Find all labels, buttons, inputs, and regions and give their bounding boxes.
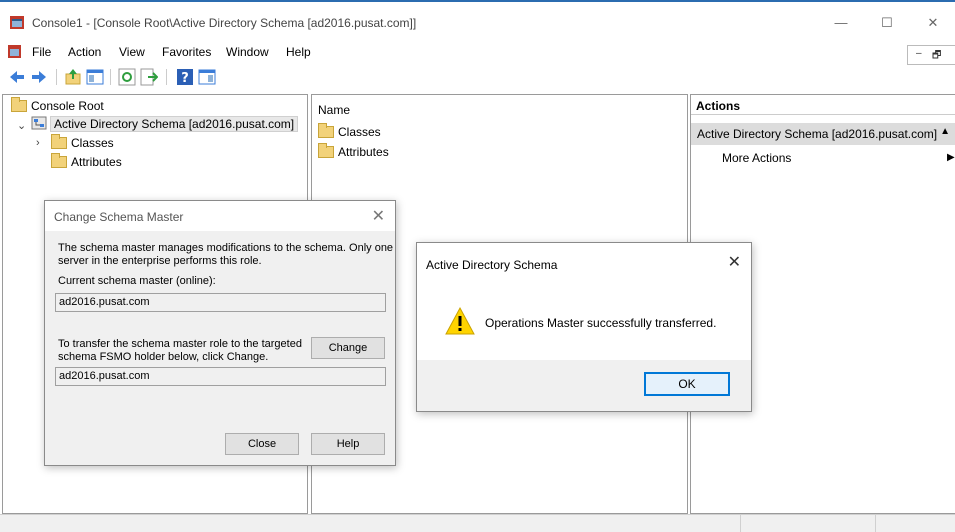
toolbar: ? [0,66,955,88]
mmc-app-icon [10,16,24,29]
export-icon[interactable] [140,68,158,86]
change-schema-master-dialog: Change Schema Master ✕ The schema master… [44,200,396,466]
dialog-title-bar: Change Schema Master ✕ [45,201,395,231]
menu-action[interactable]: Action [68,45,101,59]
menu-view[interactable]: View [119,45,145,59]
tree-node-attributes[interactable]: Attributes [51,153,122,169]
toolbar-separator [166,69,167,85]
menu-help[interactable]: Help [286,45,311,59]
message-text: Operations Master successfully transferr… [485,316,717,330]
chevron-right-icon[interactable]: › [36,137,40,149]
tree-node-console-root[interactable]: Console Root [11,97,104,113]
folder-icon [318,123,334,138]
list-item[interactable]: Classes [318,123,381,139]
collapse-up-icon[interactable]: ▲ [940,126,950,137]
status-divider [740,515,741,532]
active-directory-schema-message-box: Active Directory Schema ✕ Operations Mas… [416,242,752,412]
dialog-title-bar: Active Directory Schema ✕ [417,243,751,273]
mdi-minimize-button[interactable]: – [916,48,922,59]
folder-icon [318,143,334,158]
schema-icon [31,116,47,130]
maximize-button[interactable]: ☐ [864,12,910,34]
more-actions-item[interactable]: More Actions [722,151,791,165]
forward-icon[interactable] [30,68,48,86]
tree-node-schema[interactable]: Active Directory Schema [ad2016.pusat.co… [31,116,299,132]
tree-node-classes[interactable]: Classes [51,134,114,150]
current-master-field[interactable]: ad2016.pusat.com [55,293,386,312]
close-icon[interactable]: ✕ [372,206,385,226]
window-title-bar: Console1 - [Console Root\Active Director… [0,0,955,40]
help-icon[interactable]: ? [176,68,194,86]
help-button[interactable]: Help [311,433,385,455]
document-icon[interactable] [8,45,21,58]
ok-button[interactable]: OK [644,372,730,396]
description-text: The schema master manages modifications … [58,242,394,267]
toolbar-separator [110,69,111,85]
list-item[interactable]: Attributes [318,143,389,159]
current-master-label: Current schema master (online): [58,275,216,287]
close-icon[interactable]: ✕ [728,252,741,272]
toolbar-separator [56,69,57,85]
svg-text:?: ? [181,71,189,86]
show-hide-tree-icon[interactable] [86,68,104,86]
transfer-instructions: To transfer the schema master role to th… [58,338,302,363]
show-hide-action-pane-icon[interactable] [198,68,216,86]
dialog-button-area: OK [417,360,751,411]
minimize-button[interactable]: — [818,12,864,34]
close-button[interactable]: Close [225,433,299,455]
folder-icon [51,153,67,168]
menu-favorites[interactable]: Favorites [162,45,211,59]
refresh-icon[interactable] [118,68,136,86]
change-button[interactable]: Change [311,337,385,359]
menu-bar: File Action View Favorites Window Help [0,43,955,63]
menu-file[interactable]: File [32,45,51,59]
folder-icon [11,97,27,112]
target-master-field[interactable]: ad2016.pusat.com [55,367,386,386]
mdi-window-controls: – 🗗 [907,45,955,65]
status-divider [875,515,876,532]
status-bar [0,514,955,532]
chevron-down-icon[interactable]: ⌄ [17,119,26,132]
submenu-arrow-icon: ▶ [947,152,955,163]
close-button[interactable]: ✕ [910,12,955,34]
window-title: Console1 - [Console Root\Active Director… [32,16,417,30]
warning-icon [445,306,475,335]
actions-header: Actions [691,95,955,115]
folder-icon [51,134,67,149]
menu-window[interactable]: Window [226,45,269,59]
up-icon[interactable] [64,68,82,86]
column-header-name[interactable]: Name [318,103,350,117]
dialog-title: Change Schema Master [54,210,184,224]
mdi-restore-button[interactable]: 🗗 [932,48,941,65]
actions-scope-item[interactable]: Active Directory Schema [ad2016.pusat.co… [691,123,955,145]
back-icon[interactable] [8,68,26,86]
dialog-title: Active Directory Schema [426,258,558,272]
